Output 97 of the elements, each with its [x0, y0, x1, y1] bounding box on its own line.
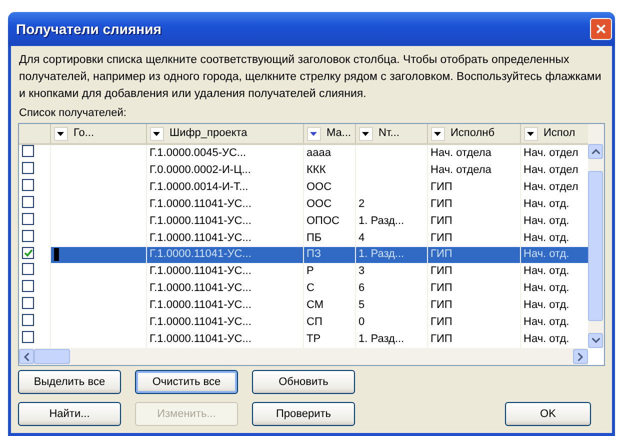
scroll-down-button[interactable]: [588, 333, 603, 348]
scroll-up-button[interactable]: [588, 144, 603, 159]
scroll-thumb[interactable]: [588, 171, 603, 321]
table-cell: Нач. отд.: [524, 264, 570, 276]
table-cell: ПЗ: [306, 248, 322, 260]
table-cell: Нач. отд.: [524, 298, 570, 310]
table-cell: 2: [358, 198, 365, 210]
scroll-right-button[interactable]: [573, 349, 588, 364]
checkbox[interactable]: [22, 280, 34, 292]
table-cell: Нач. отд.: [524, 215, 570, 227]
table-cell: ОПОС: [306, 215, 340, 227]
table-cell: Нач. отд.: [524, 316, 570, 328]
table-cell: Нач. отд.: [524, 248, 570, 260]
table-cell: СМ: [306, 298, 324, 310]
table-cell: Г.1.0000.11041-УС...: [150, 198, 252, 210]
column-header[interactable]: Nт...: [355, 124, 427, 144]
table-cell: аааа: [306, 147, 331, 159]
checkbox[interactable]: [22, 145, 34, 157]
column-header[interactable]: Исполнб: [427, 124, 520, 144]
table-cell: ООС: [306, 181, 332, 193]
instruction-text: Для сортировки списка щелкните соответствующий заголовок столбца. Чтобы отобрать определенных получателей, например из одного города, щелкните стрелку рядом с заголовком. Воспользуйтесь флажками и кнопками для добавления или удаления получателей слияния.: [18, 53, 602, 102]
table-cell: ККК: [306, 164, 326, 176]
table-cell: Нач. отд.: [524, 282, 570, 294]
table-cell: Г.1.0000.11041-УС...: [150, 316, 252, 328]
table-cell: ГИП: [430, 282, 452, 294]
table-cell: 1. Разд...: [358, 332, 404, 344]
table-cell: Нач. отдел: [524, 147, 578, 159]
table-cell: ГИП: [430, 198, 452, 210]
dialog-button[interactable]: Очистить все: [135, 370, 238, 394]
table-cell: Г.0.0000.0002-И-Ц...: [150, 164, 251, 176]
table-cell: 1. Разд...: [358, 248, 404, 260]
scroll-thumb[interactable]: [34, 349, 70, 364]
table-cell: ГИП: [430, 298, 452, 310]
table-cell: ГИП: [430, 181, 452, 193]
chevron-left-icon: [24, 352, 29, 360]
table-cell: ТР: [306, 332, 321, 344]
column-header[interactable]: Испол: [520, 124, 588, 144]
table-cell: ГИП: [430, 316, 452, 328]
checkbox[interactable]: [22, 196, 34, 208]
table-cell: Нач. отдела: [430, 164, 492, 176]
table-cell: Г.1.0000.11041-УС...: [150, 332, 252, 344]
table-cell: Г.1.0000.11041-УС...: [150, 298, 252, 310]
chevron-right-icon: [578, 352, 583, 360]
table-cell: 0: [358, 316, 365, 328]
table-cell: Г.1.0000.11041-УС...: [150, 232, 252, 244]
table-cell: Нач. отдел: [524, 164, 578, 176]
chevron-down-icon: [592, 338, 600, 343]
table-cell: СП: [306, 316, 322, 328]
table-cell: 6: [358, 282, 365, 294]
table-cell: ГИП: [430, 248, 452, 260]
checkbox[interactable]: [22, 330, 34, 342]
table-cell: Г.1.0000.11041-УС...: [150, 282, 252, 294]
table-cell: 5: [358, 298, 365, 310]
checkbox[interactable]: [22, 262, 34, 274]
checkbox[interactable]: [22, 162, 34, 174]
table-cell: С: [306, 282, 314, 294]
table-cell: ООС: [306, 198, 332, 210]
table-cell: ГИП: [430, 264, 452, 276]
table-cell: ГИП: [430, 215, 452, 227]
table-cell: Нач. отдела: [430, 147, 492, 159]
table-cell: Г.1.0000.11041-УС...: [150, 215, 252, 227]
window-title: Получатели слияния: [16, 20, 162, 39]
list-label: Список получателей:: [19, 107, 126, 119]
dialog-button[interactable]: Обновить: [252, 370, 355, 394]
column-header[interactable]: Го...: [50, 124, 146, 144]
table-cell: 1. Разд...: [358, 215, 404, 227]
checkbox[interactable]: [22, 230, 34, 242]
table-cell: ПБ: [306, 232, 322, 244]
table-cell: ГИП: [430, 332, 452, 344]
table-cell: 4: [358, 232, 365, 244]
scroll-left-button[interactable]: [19, 349, 34, 364]
checkbox[interactable]: [22, 179, 34, 191]
checkbox[interactable]: [22, 314, 34, 326]
dialog-button[interactable]: Проверить: [252, 402, 355, 426]
table-cell: Нач. отд.: [524, 198, 570, 210]
checkbox[interactable]: [22, 296, 34, 308]
dialog-button[interactable]: Найти...: [18, 402, 121, 426]
checkbox[interactable]: [22, 213, 34, 225]
chevron-up-icon: [592, 149, 600, 154]
ok-button[interactable]: OK: [505, 402, 591, 426]
table-cell: 3: [358, 264, 365, 276]
table-cell: ГИП: [430, 232, 452, 244]
table-cell: Г.1.0000.0014-И-Т...: [150, 181, 248, 193]
checkbox[interactable]: [22, 247, 34, 260]
table-cell: Нач. отд.: [524, 232, 570, 244]
table-cell: Г.1.0000.0045-УС...: [150, 147, 246, 159]
table-cell: Р: [306, 264, 314, 276]
column-header[interactable]: Ма...: [303, 124, 355, 144]
table-cell: Нач. отдел: [524, 181, 578, 193]
table-cell: Г.1.0000.11041-УС...: [150, 248, 252, 260]
table-cell: Нач. отд.: [524, 332, 570, 344]
table-cell: Г.1.0000.11041-УС...: [150, 264, 252, 276]
current-row-marker: [54, 248, 58, 261]
column-header[interactable]: Шифр_проекта: [146, 124, 303, 144]
table-row[interactable]: Г.1.0000.11041-УС... ПЗ 1. Разд... ГИП Нач. отд.: [19, 247, 588, 262]
close-button[interactable]: ×: [590, 18, 612, 40]
dialog-button[interactable]: Выделить все: [18, 370, 121, 394]
